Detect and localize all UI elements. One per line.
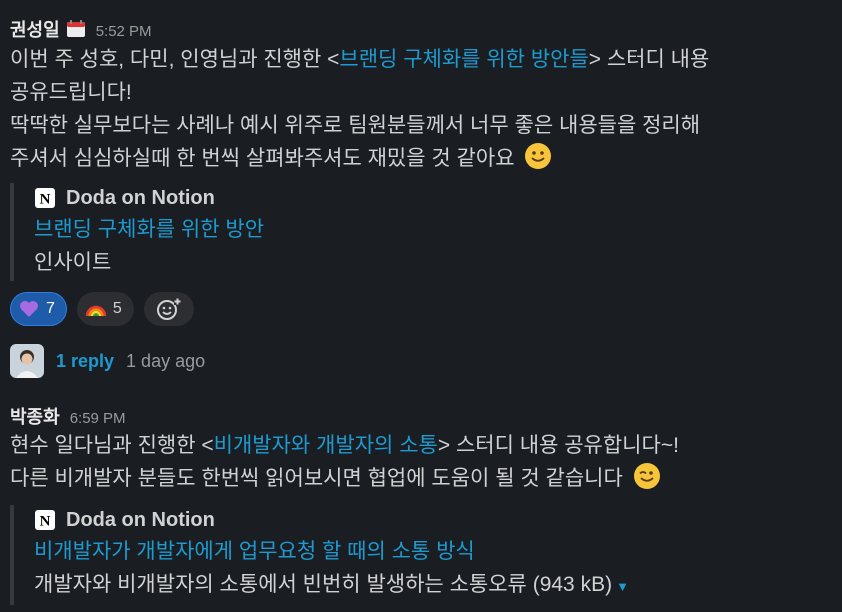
text-segment: 현수 일다님과 진행한 < bbox=[10, 434, 214, 457]
author-name[interactable]: 권성일 bbox=[10, 16, 60, 42]
reply-count-link[interactable]: 1 reply bbox=[56, 351, 114, 372]
svg-text:N: N bbox=[40, 514, 51, 530]
notion-icon: N bbox=[35, 188, 55, 208]
text-segment: 주셔서 심심하실때 한 번씩 살펴봐주셔도 재밌을 것 같아요 bbox=[10, 147, 515, 170]
link-unfurl[interactable]: N Doda on Notion 비개발자가 개발자에게 업무요청 할 때의 소… bbox=[10, 505, 629, 605]
message-line: 딱딱한 실무보다는 사례나 예시 위주로 팀원분들께서 너무 좋은 내용들을 정… bbox=[10, 114, 701, 137]
message-1: 권성일 5:52 PM 이번 주 성호, 다민, 인영님과 진행한 <브랜딩 구… bbox=[10, 16, 832, 175]
reaction-rainbow[interactable]: 5 bbox=[76, 292, 134, 326]
unfurl-description: 인사이트 bbox=[34, 251, 112, 274]
file-size: (943 kB) bbox=[532, 573, 613, 596]
message-line: 공유드립니다! bbox=[10, 81, 132, 104]
thread-summary[interactable]: 1 reply 1 day ago bbox=[10, 344, 205, 378]
reaction-count: 7 bbox=[46, 300, 55, 317]
add-emoji-icon bbox=[156, 298, 181, 320]
unfurl-description: 개발자와 비개발자의 소통에서 빈번히 발생하는 소통오류 (943 kB) ▼ bbox=[34, 568, 629, 603]
slightly-smiling-face-icon bbox=[524, 142, 552, 170]
author-name[interactable]: 박종화 bbox=[10, 403, 60, 429]
text-segment: 이번 주 성호, 다민, 인영님과 진행한 < bbox=[10, 48, 340, 71]
unfurl-source-label: Doda on Notion bbox=[66, 186, 215, 209]
text-segment: > 스터디 내용 bbox=[588, 48, 710, 71]
purple-heart-icon bbox=[20, 301, 38, 317]
calendar-icon bbox=[66, 20, 86, 38]
svg-text:N: N bbox=[40, 192, 51, 208]
text-segment: > 스터디 내용 공유합니다~! bbox=[437, 434, 679, 457]
unfurl-source-label: Doda on Notion bbox=[66, 508, 215, 531]
unfurl-description-text: 개발자와 비개발자의 소통에서 빈번히 발생하는 소통오류 bbox=[34, 573, 527, 596]
timestamp[interactable]: 5:52 PM bbox=[96, 23, 152, 40]
reactions-bar: 7 5 bbox=[10, 292, 194, 326]
last-reply-time: 1 day ago bbox=[126, 350, 206, 371]
message-line: 주셔서 심심하실때 한 번씩 살펴봐주셔도 재밌을 것 같아요 bbox=[10, 142, 832, 175]
unfurl-title[interactable]: 비개발자가 개발자에게 업무요청 할 때의 소통 방식 bbox=[34, 535, 629, 568]
expand-caret-icon[interactable]: ▼ bbox=[616, 579, 629, 594]
unfurl-source: N Doda on Notion bbox=[34, 505, 629, 535]
unfurl-source: N Doda on Notion bbox=[34, 183, 264, 213]
message-2: 박종화 6:59 PM 현수 일다님과 진행한 <비개발자와 개발자의 소통> … bbox=[10, 403, 832, 495]
avatar[interactable] bbox=[10, 344, 44, 378]
timestamp[interactable]: 6:59 PM bbox=[70, 410, 126, 427]
reaction-count: 5 bbox=[112, 300, 122, 317]
message-line: 이번 주 성호, 다민, 인영님과 진행한 <브랜딩 구체화를 위한 방안들> … bbox=[10, 43, 832, 76]
message-line: 현수 일다님과 진행한 <비개발자와 개발자의 소통> 스터디 내용 공유합니다… bbox=[10, 429, 832, 462]
message-header: 박종화 6:59 PM bbox=[10, 403, 832, 429]
reaction-purple-heart[interactable]: 7 bbox=[10, 292, 67, 326]
message-line: 다른 비개발자 분들도 한번씩 읽어보시면 협업에 도움이 될 것 같습니다 bbox=[10, 462, 832, 495]
rainbow-icon bbox=[85, 305, 107, 317]
winking-face-icon bbox=[633, 462, 661, 490]
link-unfurl[interactable]: N Doda on Notion 브랜딩 구체화를 위한 방안 인사이트 bbox=[10, 183, 264, 281]
message-header: 권성일 5:52 PM bbox=[10, 16, 832, 42]
notion-icon: N bbox=[35, 510, 55, 530]
add-reaction-button[interactable] bbox=[143, 292, 194, 326]
unfurl-title[interactable]: 브랜딩 구체화를 위한 방안 bbox=[34, 213, 264, 246]
text-segment: 다른 비개발자 분들도 한번씩 읽어보시면 협업에 도움이 될 것 같습니다 bbox=[10, 467, 623, 490]
inline-link[interactable]: 브랜딩 구체화를 위한 방안들 bbox=[339, 48, 588, 71]
inline-link[interactable]: 비개발자와 개발자의 소통 bbox=[214, 434, 438, 457]
